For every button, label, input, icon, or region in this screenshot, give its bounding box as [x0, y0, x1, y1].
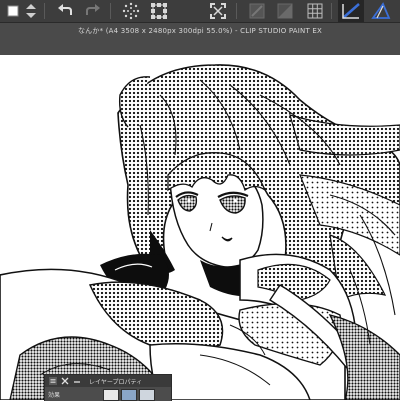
redo-icon: [86, 4, 100, 15]
selection-clear-button[interactable]: [118, 0, 144, 22]
effect-label: 効果: [48, 392, 61, 399]
toolbar-separator: [110, 3, 111, 19]
effect-swatch-2[interactable]: [121, 389, 137, 401]
toolbar-separator: [331, 3, 332, 19]
panel-menu-button[interactable]: [48, 377, 57, 386]
selection-crop-button[interactable]: [205, 0, 231, 22]
canvas-top-border: [0, 40, 400, 55]
color-swap-arrows[interactable]: [18, 0, 44, 22]
effect-swatch-1[interactable]: [103, 389, 119, 401]
perspective-button[interactable]: [368, 0, 394, 22]
undo-button[interactable]: [52, 0, 78, 22]
transform-button[interactable]: [146, 0, 172, 22]
panel-body: 効果: [45, 387, 171, 401]
redo-button[interactable]: [80, 0, 106, 22]
menu-icon: [48, 377, 57, 385]
panel-header: レイヤープロパティ: [45, 375, 171, 387]
panel-close-button[interactable]: [60, 377, 69, 386]
ruler-icon: [342, 3, 360, 19]
dotted-burst-icon: [122, 2, 140, 20]
grid-button[interactable]: [302, 0, 328, 22]
scale-icon: [151, 3, 167, 19]
illustration-artwork: [0, 64, 400, 400]
drawing-canvas[interactable]: [0, 55, 400, 400]
up-down-arrows-icon: [26, 4, 36, 18]
gradient-disabled-button[interactable]: [272, 0, 298, 22]
fill-icon: [249, 3, 265, 19]
gradient-icon: [277, 3, 293, 19]
fill-disabled-button[interactable]: [244, 0, 270, 22]
minimize-icon: [73, 381, 80, 383]
crop-corners-icon: [210, 3, 226, 19]
undo-icon: [58, 4, 72, 15]
toolbar-separator: [44, 3, 45, 19]
close-icon: [61, 377, 68, 385]
grid-icon: [307, 3, 323, 19]
command-bar: [0, 0, 400, 23]
window-title: なんか* (A4 3508 x 2480px 300dpi 55.0%) - C…: [0, 23, 400, 40]
panel-title: レイヤープロパティ: [89, 378, 143, 386]
ruler-active-button[interactable]: [338, 0, 364, 22]
toolbar-separator: [236, 3, 237, 19]
layer-property-panel: レイヤープロパティ 効果: [44, 374, 172, 401]
panel-minimize-button[interactable]: [72, 377, 81, 386]
perspective-icon: [371, 2, 391, 19]
effect-swatch-3[interactable]: [139, 389, 155, 401]
